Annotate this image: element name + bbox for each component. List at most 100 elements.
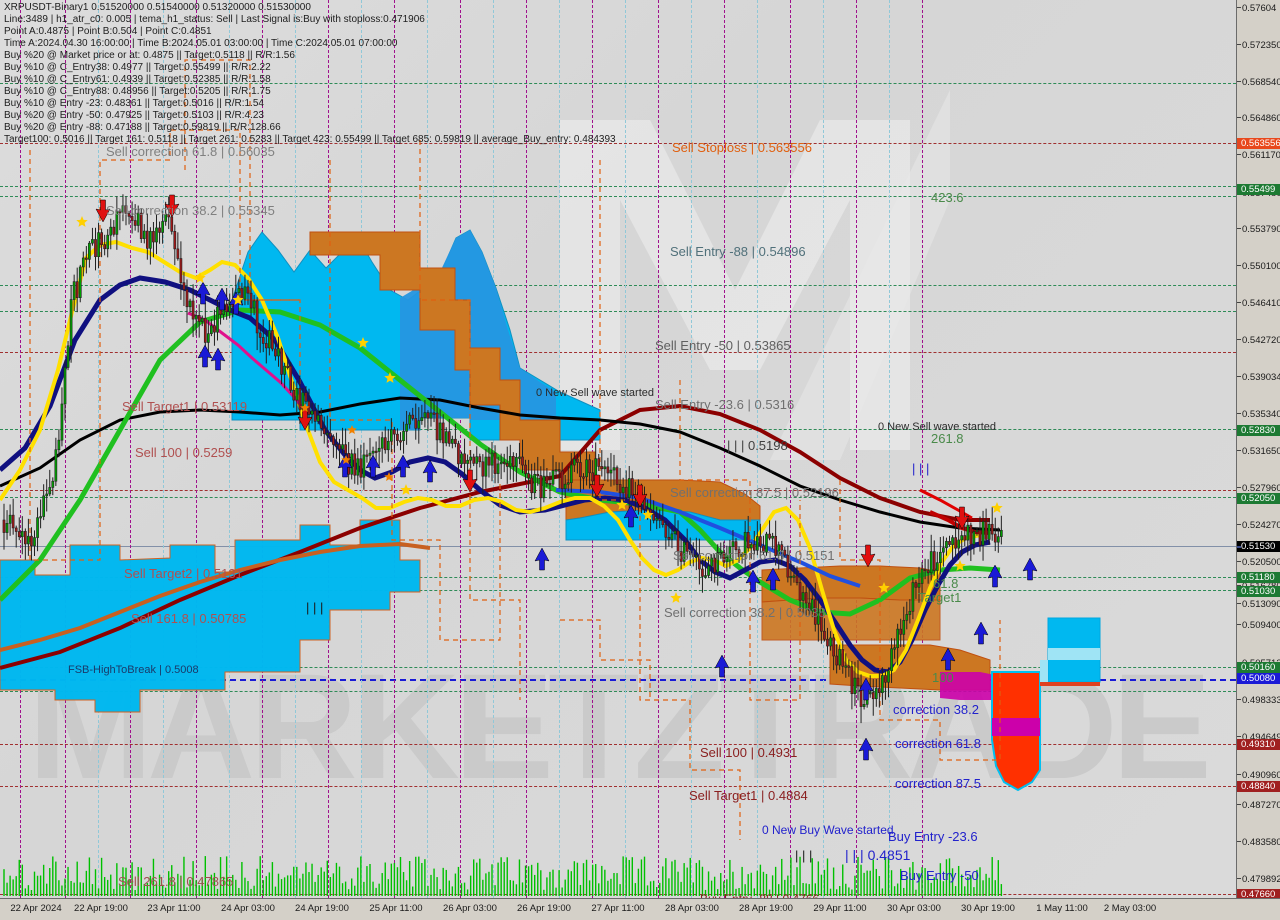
time-tick: 22 Apr 2024 (10, 903, 62, 914)
time-tick: 24 Apr 19:00 (295, 903, 349, 914)
price-tag[interactable]: 0.563556 (1237, 138, 1280, 149)
price-tick: 0.535340 (1237, 409, 1280, 420)
annotation-sell-stoploss: Sell Stoploss | 0.563556 (672, 140, 812, 155)
annotation-new-buy-wave: 0 New Buy Wave started (762, 823, 894, 837)
time-tick: 29 Apr 11:00 (813, 903, 867, 914)
info-line-1: Line:3489 | h1_atr_c0: 0.005 | tema_h1_s… (4, 14, 425, 25)
price-tick: 0.561170 (1237, 150, 1280, 161)
annotation-sell-correction-618-mid: Sell correction 61.8 | 0.5151 (673, 548, 835, 563)
price-tick: 0.498333 (1237, 695, 1280, 706)
price-tag-marker (1237, 667, 1241, 669)
price-tick: 0.520500 (1237, 557, 1280, 568)
annotation-bar-count-0-5198: | | | 0.5198 (727, 438, 788, 453)
price-tag-marker (1237, 678, 1241, 680)
annotation-bar-count-buy: | | | (795, 848, 813, 863)
annotation-sell-correction-382-mid: Sell correction 38.2 | 0.5038 (664, 605, 826, 620)
time-axis[interactable]: 22 Apr 2024 22 Apr 19:00 23 Apr 11:00 24 Ap… (0, 898, 1280, 920)
price-axis[interactable]: 0.57604 0.572350 0.568540 0.564860 0.561170 0… (1236, 0, 1280, 906)
annotation-correction-875: correction 87.5 (895, 776, 981, 791)
price-tag-marker (1237, 591, 1241, 593)
price-tick: 0.572350 (1237, 40, 1280, 51)
annotation-sell-correction-875: Sell correction 87.5 | 0.52196 (670, 485, 839, 500)
annotation-sell-100-left: Sell 100 | 0.5259 (135, 445, 233, 460)
annotation-sell-target2-left: Sell Target2 | 0.5131 (124, 566, 243, 581)
price-tick: 0.490960 (1237, 770, 1280, 781)
price-tick: 0.524270 (1237, 520, 1280, 531)
price-tag-marker (1237, 577, 1241, 579)
time-tick: 1 May 11:00 (1036, 903, 1088, 914)
info-line-4: Buy %20 @ Market price or at: 0.4875 || … (4, 50, 295, 61)
time-tick: 26 Apr 03:00 (443, 903, 497, 914)
annotation-fib-2618: 261.8 (931, 431, 964, 446)
info-line-3: Time A:2024.04.30 16:00:00 | Time B:2024… (4, 38, 398, 49)
info-line-2: Point A:0.4875 | Point B:0.504 | Point C… (4, 26, 212, 37)
time-tick: 27 Apr 11:00 (591, 903, 645, 914)
price-tag[interactable]: 0.48840 (1237, 781, 1280, 792)
chart-info-header: XRPUSDT-Binary1 0.51520000 0.51540000 0.… (4, 2, 616, 146)
time-tick: 30 Apr 19:00 (961, 903, 1015, 914)
price-tag-marker (1237, 189, 1241, 191)
info-line-0: XRPUSDT-Binary1 0.51520000 0.51540000 0.… (4, 2, 311, 13)
price-tick: 0.487270 (1237, 800, 1280, 811)
info-line-9: Buy %20 @ Entry -50: 0.47925 || Target:0… (4, 110, 264, 121)
annotation-buy-entry-50: Buy Entry -50 (900, 868, 979, 883)
annotation-sell-target1-mid: Sell Target1 | 0.4884 (689, 788, 808, 803)
price-tag[interactable]: 0.51030 (1237, 586, 1280, 597)
time-tick: 28 Apr 03:00 (665, 903, 719, 914)
annotation-new-sell-wave-1: 0 New Sell wave started (536, 387, 654, 399)
price-tag[interactable]: 0.52830 (1237, 425, 1280, 436)
price-tick: 0.546410 (1237, 298, 1280, 309)
price-tag-marker (1237, 546, 1241, 548)
price-tick: 0.531650 (1237, 446, 1280, 457)
price-tick: 0.509400 (1237, 620, 1280, 631)
price-tag[interactable]: 0.50080 (1237, 673, 1280, 684)
annotation-fib-618-right: 61.8 (933, 576, 959, 591)
price-tag-marker (1237, 498, 1241, 500)
annotation-sell-entry-50: Sell Entry -50 | 0.53865 (655, 338, 791, 353)
price-tick: 0.550100 (1237, 261, 1280, 272)
annotation-correction-382: correction 38.2 (893, 702, 979, 717)
time-tick: 22 Apr 19:00 (74, 903, 128, 914)
annotation-sell-entry-88: Sell Entry -88 | 0.54896 (670, 244, 806, 259)
time-tick: 23 Apr 11:00 (147, 903, 201, 914)
price-tag-marker (1237, 786, 1241, 788)
price-tag-marker (1237, 430, 1241, 432)
price-tag[interactable]: 0.52050 (1237, 493, 1280, 504)
price-tick: 0.568540 (1237, 77, 1280, 88)
trading-chart-window: MARKETZTRADE Sell correction 61.8 | 0.56… (0, 0, 1280, 920)
info-line-5: Buy %10 @ C_Entry38: 0.4977 || Target:0.… (4, 62, 271, 73)
annotation-fib-100-right: 100 (932, 670, 954, 685)
annotation-sell-correction-618-top: Sell correction 61.8 | 0.56035 (106, 144, 275, 159)
annotation-sell-correction-382-top: Sell correction 38.2 | 0.55345 (106, 203, 275, 218)
time-tick: 2 May 03:00 (1103, 903, 1157, 914)
info-line-6: Buy %10 @ C_Entry61: 0.4939 || Target:0.… (4, 74, 271, 85)
time-tick: 30 Apr 03:00 (887, 903, 941, 914)
price-tag[interactable]: 0.51180 (1237, 572, 1280, 583)
annotation-fib-4236: 423.6 (931, 190, 964, 205)
price-tick: 0.57604 (1237, 3, 1280, 14)
annotation-correction-618: correction 61.8 (895, 736, 981, 751)
price-tick: 0.479892 (1237, 874, 1280, 885)
price-tag-marker (1237, 894, 1241, 896)
annotation-bar-count-mid: | | | (912, 461, 930, 476)
price-tag[interactable]: 0.51530 (1237, 541, 1280, 552)
price-tag-marker (1237, 744, 1241, 746)
price-tag[interactable]: 0.50160 (1237, 662, 1280, 673)
chart-plot-area[interactable]: MARKETZTRADE Sell correction 61.8 | 0.56… (0, 0, 1236, 898)
price-tag-marker (1237, 143, 1241, 145)
annotation-buy-entry-236: Buy Entry -23.6 (888, 829, 978, 844)
price-tick: 0.483580 (1237, 837, 1280, 848)
price-tag[interactable]: 0.49310 (1237, 739, 1280, 750)
time-tick: 24 Apr 03:00 (221, 903, 275, 914)
price-tick: 0.539034 (1237, 372, 1280, 383)
annotation-target1-right: Target1 (918, 590, 962, 605)
annotation-price-0-4851: | | | 0.4851 (845, 847, 911, 863)
annotation-sell-target1-left: Sell Target1 | 0.53119 (122, 399, 248, 414)
price-tag[interactable]: 0.55499 (1237, 184, 1280, 195)
annotation-fsb-hightobreak: FSB-HighToBreak | 0.5008 (68, 664, 199, 676)
price-tick: 0.542720 (1237, 335, 1280, 346)
info-line-10: Buy %20 @ Entry -88: 0.47188 || Target:0… (4, 122, 281, 133)
annotation-sell-100-mid: Sell 100 | 0.4931 (700, 745, 798, 760)
time-tick: 28 Apr 19:00 (739, 903, 793, 914)
price-tick: 0.553790 (1237, 224, 1280, 235)
